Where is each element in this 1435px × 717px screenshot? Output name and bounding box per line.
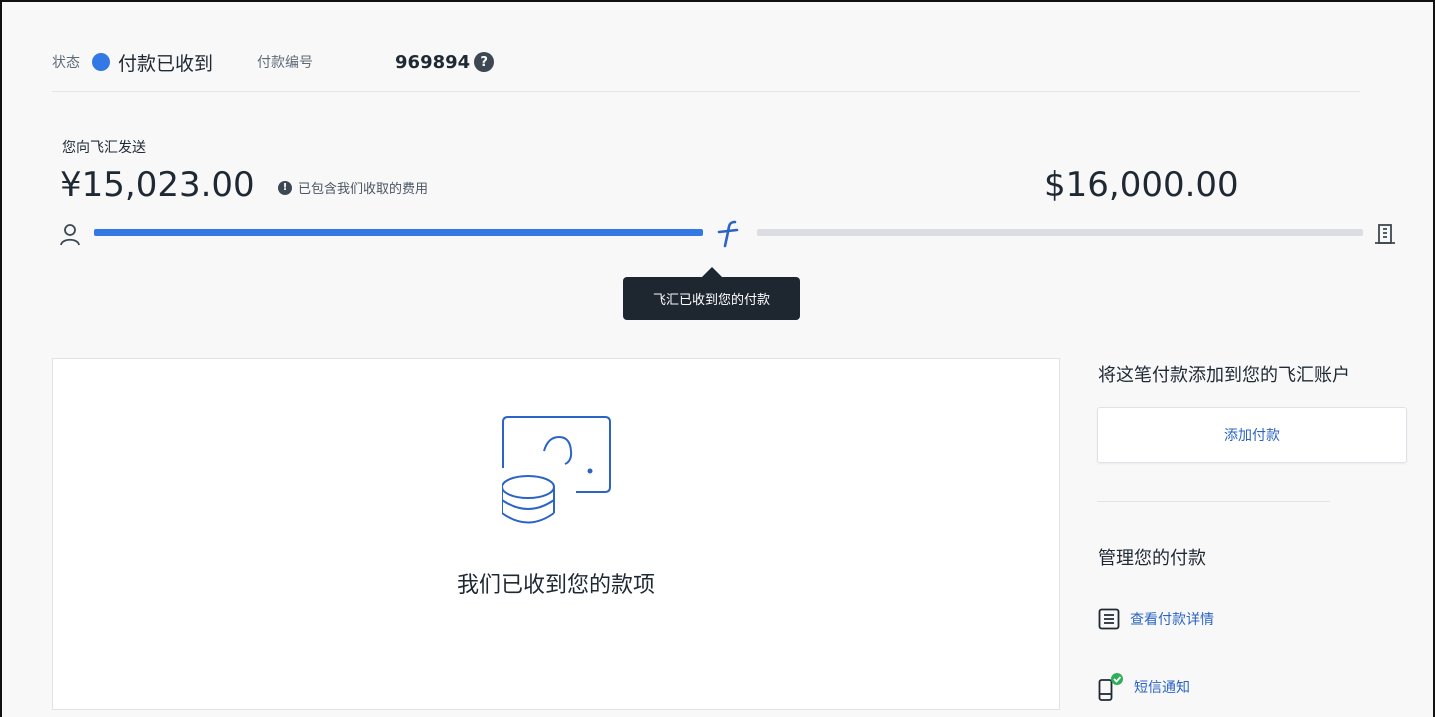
view-payment-details-label: 查看付款详情 <box>1130 612 1214 628</box>
bank-building-icon <box>1373 222 1397 250</box>
phone-check-icon <box>1098 673 1123 701</box>
add-payment-button[interactable]: 添加付款 <box>1097 407 1407 463</box>
sms-notification-link[interactable]: 短信通知 <box>1098 672 1190 702</box>
payment-number-label: 付款编号 <box>257 55 314 71</box>
question-circle-icon[interactable]: ? <box>474 52 495 72</box>
view-payment-details-link[interactable]: 查看付款详情 <box>1098 608 1214 630</box>
sidebar-divider <box>1097 501 1330 502</box>
page-frame: 状态 付款已收到 付款编号 969894 ? 您向飞汇发送 ¥15,023.00… <box>0 0 1435 717</box>
person-icon <box>58 222 82 250</box>
status-tooltip: 飞汇已收到您的付款 <box>623 277 800 320</box>
manage-payment-title: 管理您的付款 <box>1098 548 1206 569</box>
status-value: 付款已收到 <box>118 52 214 75</box>
coins-wallet-icon <box>501 416 612 532</box>
progress-bar-complete <box>94 229 703 236</box>
document-list-icon <box>1098 608 1120 630</box>
payment-number: 969894 <box>395 51 471 73</box>
add-to-account-title: 将这笔付款添加到您的飞汇账户 <box>1098 365 1350 386</box>
fee-note-text: 已包含我们收取的费用 <box>298 182 429 197</box>
status-dot <box>92 53 110 71</box>
progress-bar-pending <box>757 229 1363 236</box>
send-label: 您向飞汇发送 <box>62 140 146 156</box>
payment-received-message: 我们已收到您的款项 <box>456 573 655 598</box>
status-label: 状态 <box>52 55 80 71</box>
amount-sent: ¥15,023.00 <box>60 165 255 205</box>
payment-received-card: 我们已收到您的款项 <box>52 358 1060 710</box>
info-circle-icon[interactable]: ! <box>278 180 292 195</box>
fee-note: ! 已包含我们收取的费用 <box>278 178 428 197</box>
amount-received: $16,000.00 <box>1044 165 1239 205</box>
sms-notification-label: 短信通知 <box>1134 680 1190 696</box>
status-row: 状态 付款已收到 付款编号 969894 ? <box>52 46 495 78</box>
top-divider <box>52 91 1360 92</box>
flywire-f-icon <box>715 218 743 254</box>
tooltip-arrow <box>702 267 722 277</box>
